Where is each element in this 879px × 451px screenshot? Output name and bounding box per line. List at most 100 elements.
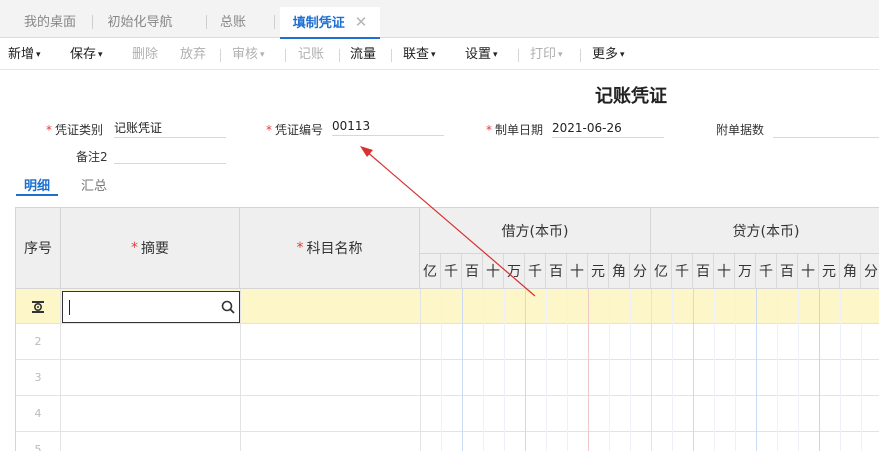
tab-fill-voucher[interactable]: 填制凭证 ✕ [280,7,380,39]
attachments-field[interactable] [773,120,879,138]
tab-my-desktop[interactable]: 我的桌面 [14,7,86,38]
close-icon[interactable]: ✕ [355,13,368,31]
chevron-down-icon: ▾ [620,50,625,60]
row-number: 4 [34,407,42,420]
column-divider [240,289,241,451]
row-number: 3 [34,371,42,384]
credit-digit-header: 分 [861,254,879,289]
chevron-down-icon: ▾ [431,50,436,60]
digit-column-line [504,289,505,451]
search-icon[interactable] [221,300,235,314]
toolbar-separator [220,49,221,62]
digit-column-line [693,289,694,451]
digit-column-line [546,289,547,451]
credit-digit-header: 千 [672,254,693,289]
credit-digit-header: 百 [777,254,798,289]
chevron-down-icon: ▾ [558,50,563,60]
post-button[interactable]: 记账 [298,39,324,70]
subtab-active-indicator [16,194,58,196]
debit-digit-header: 百 [462,254,483,289]
voucher-title: 记账凭证 [595,86,667,107]
table-row[interactable]: 4 [16,396,879,432]
debit-digit-header: 百 [546,254,567,289]
digit-column-line [651,289,652,451]
toolbar-separator [339,49,340,62]
voucher-entry-table: 序号 * 摘要 * 科目名称 借方(本币) 贷方(本币) 亿千百十万千百十元角分 亿… [15,207,879,451]
table-row[interactable]: 2 [16,324,879,360]
digit-column-line [714,289,715,451]
digit-column-line [756,289,757,451]
print-button[interactable]: 打印 ▾ [530,39,563,70]
digit-column-line [777,289,778,451]
digit-column-line [819,289,820,451]
debit-digit-header: 元 [588,254,609,289]
settings-button[interactable]: 设置 ▾ [465,39,498,70]
digit-column-line [630,289,631,451]
row-settings-icon[interactable] [16,289,60,324]
query-button[interactable]: 联查 ▾ [403,39,436,70]
tab-general-ledger[interactable]: 总账 [210,7,256,38]
column-header-account: * 科目名称 [240,208,420,289]
digit-column-line [609,289,610,451]
subtab-detail[interactable]: 明细 [24,175,50,194]
toolbar-separator [285,49,286,62]
tab-separator [206,15,207,29]
row-number: 2 [34,335,42,348]
digit-column-line [567,289,568,451]
row-number: 5 [34,443,42,451]
debit-digit-header: 千 [441,254,462,289]
toolbar-separator [580,49,581,62]
credit-digit-header: 千 [756,254,777,289]
remark-field[interactable] [114,146,226,164]
table-row[interactable]: 5 [16,432,879,451]
digit-column-line [861,289,862,451]
chevron-down-icon: ▾ [260,50,265,60]
debit-digit-header: 亿 [420,254,441,289]
digit-column-line [588,289,589,451]
voucher-date-label: * 制单日期 [486,123,544,137]
voucher-number-field[interactable]: 00113 [332,118,444,136]
subtab-summary[interactable]: 汇总 [81,175,107,194]
digit-column-line [525,289,526,451]
column-divider [420,289,421,451]
digit-column-line [672,289,673,451]
remark-label: 备注2 [76,150,108,164]
debit-digit-header: 千 [525,254,546,289]
column-divider [60,289,61,451]
digit-column-line [840,289,841,451]
column-header-summary: * 摘要 [61,208,240,289]
digit-column-line [462,289,463,451]
delete-button[interactable]: 删除 [132,39,158,70]
tab-bar: 我的桌面 初始化导航 总账 填制凭证 ✕ [0,0,879,39]
credit-digit-header: 亿 [651,254,672,289]
audit-button[interactable]: 审核 ▾ [232,39,265,70]
chevron-down-icon: ▾ [493,50,498,60]
discard-button[interactable]: 放弃 [180,39,206,70]
debit-digit-header: 角 [609,254,630,289]
flow-button[interactable]: 流量 [350,39,376,70]
digit-column-line [798,289,799,451]
chevron-down-icon: ▾ [98,50,103,60]
digit-column-line [483,289,484,451]
table-row[interactable]: 3 [16,360,879,396]
debit-digit-header: 十 [567,254,588,289]
chevron-down-icon: ▾ [36,50,41,60]
tab-init-navigation[interactable]: 初始化导航 [100,7,180,38]
add-button[interactable]: 新增 ▾ [8,39,41,70]
toolbar-separator [518,49,519,62]
summary-input[interactable] [62,291,240,323]
attachments-label: 附单据数 [716,123,765,137]
voucher-date-field[interactable]: 2021-06-26 [552,120,664,138]
save-button[interactable]: 保存 ▾ [70,39,103,70]
voucher-type-field[interactable]: 记账凭证 [114,120,226,138]
credit-digit-header: 角 [840,254,861,289]
debit-digit-header: 十 [483,254,504,289]
toolbar: 新增 ▾ 保存 ▾ 删除 放弃 审核 ▾ 记账 流量 联查 ▾ 设置 ▾ 打印 ▾ 更多 ▾ [0,39,879,70]
debit-digit-header: 万 [504,254,525,289]
column-header-debit: 借方(本币) [420,208,651,254]
voucher-number-label: * 凭证编号 [266,123,324,137]
tab-separator [92,15,93,29]
more-button[interactable]: 更多 ▾ [592,39,625,70]
tab-separator [274,15,275,29]
toolbar-separator [391,49,392,62]
